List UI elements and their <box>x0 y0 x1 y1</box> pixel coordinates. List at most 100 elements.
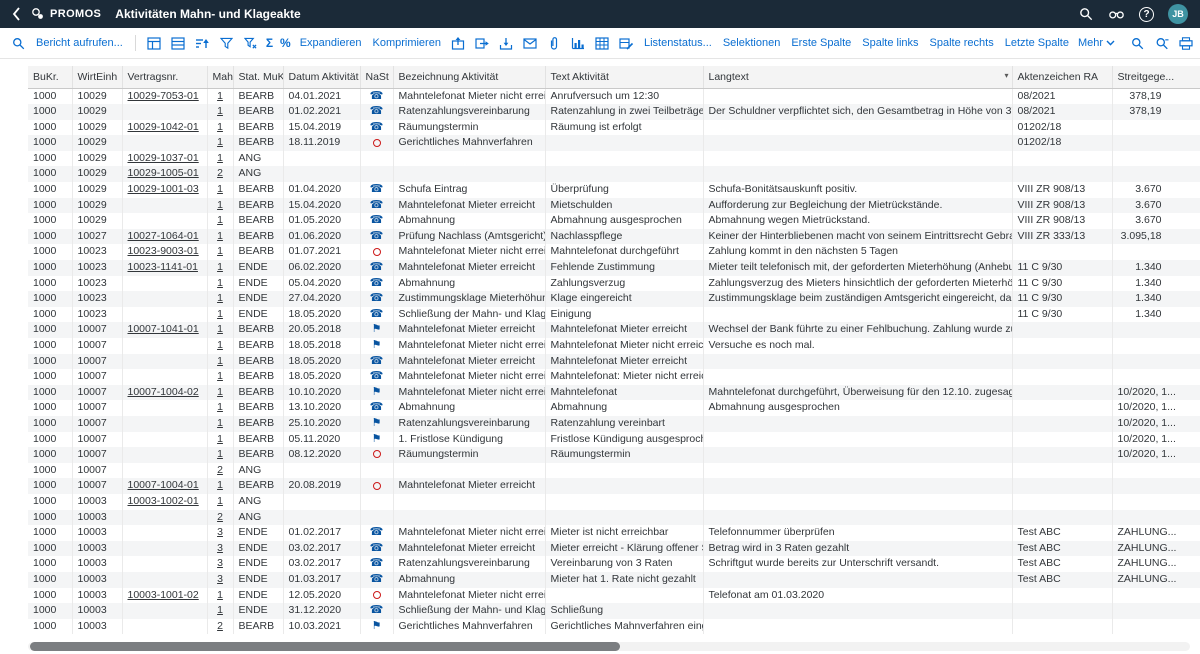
table-row[interactable]: 10001002910029-1037-011ANG <box>28 151 1200 167</box>
column-header-mah[interactable]: Mah... <box>207 66 233 88</box>
vertrag-link[interactable]: 10003-1001-02 <box>128 589 199 601</box>
table-row[interactable]: 10001002910029-7053-011BEARB04.01.2021☎M… <box>28 88 1200 104</box>
vertrag-link[interactable]: 10007-1004-02 <box>128 386 199 398</box>
mah-link[interactable]: 1 <box>217 121 223 133</box>
table-row[interactable]: 1000100072ANG <box>28 463 1200 479</box>
vertrag-link[interactable]: 10007-1004-01 <box>128 479 199 491</box>
table-row[interactable]: 10001002710027-1064-011BEARB01.06.2020☎P… <box>28 229 1200 245</box>
mah-link[interactable]: 1 <box>217 136 223 148</box>
expand-button[interactable]: Expandieren <box>300 37 362 49</box>
table-row[interactable]: 1000100231ENDE05.04.2020☎AbmahnungZahlun… <box>28 276 1200 292</box>
table-row[interactable]: 10001000710007-1004-021BEARB10.10.2020⚑M… <box>28 385 1200 401</box>
shell-search-icon[interactable] <box>1077 6 1094 23</box>
horizontal-scrollbar[interactable] <box>28 642 1190 651</box>
search-icon[interactable] <box>10 35 27 52</box>
table-row[interactable]: 1000100032BEARB10.03.2021⚑Gerichtliches … <box>28 619 1200 635</box>
mah-link[interactable]: 1 <box>217 245 223 257</box>
mah-link[interactable]: 1 <box>217 90 223 102</box>
mah-link[interactable]: 2 <box>217 464 223 476</box>
first-column-button[interactable]: Erste Spalte <box>791 37 851 49</box>
table-row[interactable]: 1000100231ENDE27.04.2020☎Zustimmungsklag… <box>28 291 1200 307</box>
download-icon[interactable] <box>498 35 515 52</box>
attachment-icon[interactable] <box>546 35 563 52</box>
help-icon[interactable]: ? <box>1139 7 1154 22</box>
mah-link[interactable]: 1 <box>217 370 223 382</box>
mah-link[interactable]: 1 <box>217 183 223 195</box>
table-row[interactable]: 1000100033ENDE01.03.2017☎AbmahnungMieter… <box>28 572 1200 588</box>
table-row[interactable]: 1000100291BEARB15.04.2020☎Mahntelefonat … <box>28 198 1200 214</box>
mah-link[interactable]: 3 <box>217 526 223 538</box>
table-row[interactable]: 1000100071BEARB18.05.2020☎Mahntelefonat … <box>28 369 1200 385</box>
mah-link[interactable]: 1 <box>217 417 223 429</box>
table-row[interactable]: 1000100071BEARB18.05.2020☎Mahntelefonat … <box>28 354 1200 370</box>
table-row[interactable]: 10001000310003-1001-021ENDE12.05.2020Mah… <box>28 588 1200 604</box>
find-next-icon[interactable] <box>1153 35 1170 52</box>
more-button[interactable]: Mehr <box>1078 37 1115 49</box>
vertrag-link[interactable]: 10029-7053-01 <box>128 90 199 102</box>
mah-link[interactable]: 1 <box>217 292 223 304</box>
mah-link[interactable]: 1 <box>217 589 223 601</box>
vertrag-link[interactable]: 10023-1141-01 <box>128 261 198 273</box>
table-row[interactable]: 1000100033ENDE01.02.2017☎Mahntelefonat M… <box>28 525 1200 541</box>
mah-link[interactable]: 1 <box>217 152 223 164</box>
column-header-stat[interactable]: Stat. MuK <box>233 66 283 88</box>
mah-link[interactable]: 1 <box>217 355 223 367</box>
mah-link[interactable]: 1 <box>217 479 223 491</box>
mah-link[interactable]: 1 <box>217 105 223 117</box>
mah-link[interactable]: 1 <box>217 230 223 242</box>
mah-link[interactable]: 1 <box>217 277 223 289</box>
mah-link[interactable]: 1 <box>217 401 223 413</box>
promos-logo[interactable]: PROMOS <box>31 7 101 21</box>
mah-link[interactable]: 1 <box>217 308 223 320</box>
column-header-akte[interactable]: Aktenzeichen RA <box>1012 66 1112 88</box>
table-row[interactable]: 1000100032ANG <box>28 510 1200 526</box>
chart-icon[interactable] <box>570 35 587 52</box>
column-header-vertrag[interactable]: Vertragsnr. <box>122 66 207 88</box>
table-row[interactable]: 1000100071BEARB13.10.2020☎AbmahnungAbmah… <box>28 400 1200 416</box>
mah-link[interactable]: 1 <box>217 433 223 445</box>
column-left-button[interactable]: Spalte links <box>862 37 918 49</box>
subtotal-icon[interactable]: % <box>280 36 291 50</box>
column-right-button[interactable]: Spalte rechts <box>930 37 994 49</box>
layout-grid-icon[interactable] <box>146 35 163 52</box>
list-status-button[interactable]: Listenstatus... <box>644 37 712 49</box>
printer-icon[interactable] <box>1177 35 1194 52</box>
vertrag-link[interactable]: 10029-1005-01 <box>128 167 199 179</box>
mah-link[interactable]: 1 <box>217 448 223 460</box>
mah-link[interactable]: 1 <box>217 339 223 351</box>
mail-icon[interactable] <box>522 35 539 52</box>
edit-table-icon[interactable] <box>618 35 635 52</box>
mah-link[interactable]: 1 <box>217 323 223 335</box>
open-report-button[interactable]: Bericht aufrufen... <box>36 37 123 49</box>
mah-link[interactable]: 3 <box>217 542 223 554</box>
mah-link[interactable]: 2 <box>217 167 223 179</box>
table-row[interactable]: 10001002910029-1042-011BEARB15.04.2019☎R… <box>28 120 1200 136</box>
scrollbar-thumb[interactable] <box>30 642 620 651</box>
table-row[interactable]: 1000100071BEARB18.05.2018⚑Mahntelefonat … <box>28 338 1200 354</box>
vertrag-link[interactable]: 10027-1064-01 <box>128 230 199 242</box>
table-row[interactable]: 10001000710007-1004-011BEARB20.08.2019Ma… <box>28 478 1200 494</box>
table-row[interactable]: 1000100031ENDE31.12.2020☎Schließung der … <box>28 603 1200 619</box>
table-row[interactable]: 1000100033ENDE03.02.2017☎Mahntelefonat M… <box>28 541 1200 557</box>
filter-icon[interactable] <box>218 35 235 52</box>
table-row[interactable]: 10001000310003-1002-011ANG <box>28 494 1200 510</box>
mah-link[interactable]: 2 <box>217 620 223 632</box>
column-header-nast[interactable]: NaSt <box>360 66 393 88</box>
spreadsheet-icon[interactable] <box>594 35 611 52</box>
column-header-text[interactable]: Text Aktivität <box>545 66 703 88</box>
table-row[interactable]: 1000100071BEARB25.10.2020⚑Ratenzahlungsv… <box>28 416 1200 432</box>
sort-ascending-icon[interactable] <box>194 35 211 52</box>
table-row[interactable]: 1000100231ENDE18.05.2020☎Schließung der … <box>28 307 1200 323</box>
table-row[interactable]: 1000100033ENDE03.02.2017☎Ratenzahlungsve… <box>28 556 1200 572</box>
table-row[interactable]: 1000100291BEARB18.11.2019Gerichtliches M… <box>28 135 1200 151</box>
mah-link[interactable]: 1 <box>217 199 223 211</box>
mah-link[interactable]: 1 <box>217 386 223 398</box>
filter-remove-icon[interactable] <box>242 35 259 52</box>
mah-link[interactable]: 3 <box>217 557 223 569</box>
sum-icon[interactable]: Σ <box>266 36 273 50</box>
table-row[interactable]: 1000100071BEARB08.12.2020RäumungsterminR… <box>28 447 1200 463</box>
assistant-icon[interactable] <box>1108 6 1125 23</box>
find-icon[interactable] <box>1129 35 1146 52</box>
vertrag-link[interactable]: 10029-1042-01 <box>128 121 199 133</box>
table-row[interactable]: 1000100291BEARB01.05.2020☎AbmahnungAbmah… <box>28 213 1200 229</box>
